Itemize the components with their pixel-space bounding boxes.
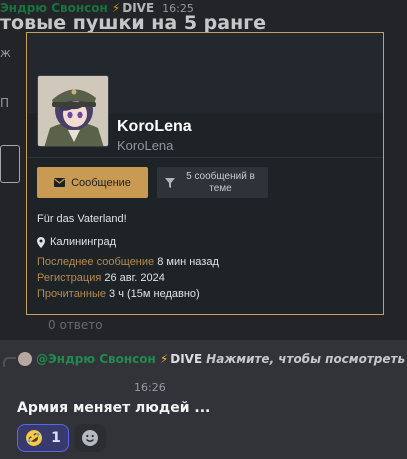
envelope-icon: [54, 178, 66, 187]
profile-location[interactable]: Калининград: [37, 236, 116, 248]
avatar[interactable]: [37, 75, 109, 147]
stat-last-message: Последнее сообщение 8 мин назад: [37, 256, 219, 268]
profile-card: KoroLena KoroLena Сообщение 5 сообщений …: [26, 32, 384, 315]
timestamp[interactable]: 16:26: [134, 381, 166, 394]
reaction-rofl[interactable]: 1: [17, 424, 69, 452]
map-pin-icon: [37, 236, 45, 248]
stat-key: Прочитанные: [37, 288, 106, 300]
stat-read-time: Прочитанные 3 ч (15м недавно): [37, 288, 200, 300]
send-message-button[interactable]: Сообщение: [37, 167, 148, 198]
send-message-label: Сообщение: [71, 176, 131, 189]
stat-value: 8 мин назад: [157, 256, 219, 268]
profile-username[interactable]: KoroLena: [117, 118, 192, 136]
profile-motto: Für das Vaterland!: [37, 213, 127, 225]
message-content: Армия меняет людей ...: [17, 400, 211, 416]
avatar-image: [38, 76, 108, 146]
smiley-icon: [82, 430, 98, 446]
location-label: Калининград: [50, 236, 117, 248]
filter-icon: [164, 177, 175, 188]
reply-reference[interactable]: @Эндрю Свонсон ⚡ DIVE Нажмите, чтобы пос…: [18, 352, 407, 366]
thread-messages-label: 5 сообщений в теме: [186, 170, 255, 194]
divider: [27, 157, 383, 158]
stat-value: 26 авг. 2024: [104, 272, 165, 284]
dive-badge: ⚡ DIVE: [160, 352, 202, 366]
stat-value: 3 ч (15м недавно): [109, 288, 200, 300]
dive-badge-label: DIVE: [170, 352, 203, 366]
stat-registration: Регистрация 26 авг. 2024: [37, 272, 165, 284]
reaction-count: 1: [51, 430, 61, 446]
thread-messages-button[interactable]: 5 сообщений в теме: [157, 167, 268, 198]
stat-key: Последнее сообщение: [37, 256, 155, 268]
rofl-face-icon: [26, 430, 43, 446]
reply-author-mention[interactable]: @Эндрю Свонсон: [36, 352, 156, 366]
lightning-icon: ⚡: [159, 352, 169, 366]
add-reaction-button[interactable]: [74, 424, 106, 452]
stat-key: Регистрация: [37, 272, 102, 284]
reply-preview-text[interactable]: Нажмите, чтобы посмотреть в: [206, 352, 407, 366]
reply-avatar: [18, 352, 32, 366]
profile-user-title: KoroLena: [117, 138, 174, 153]
reply-connector: [3, 357, 16, 367]
